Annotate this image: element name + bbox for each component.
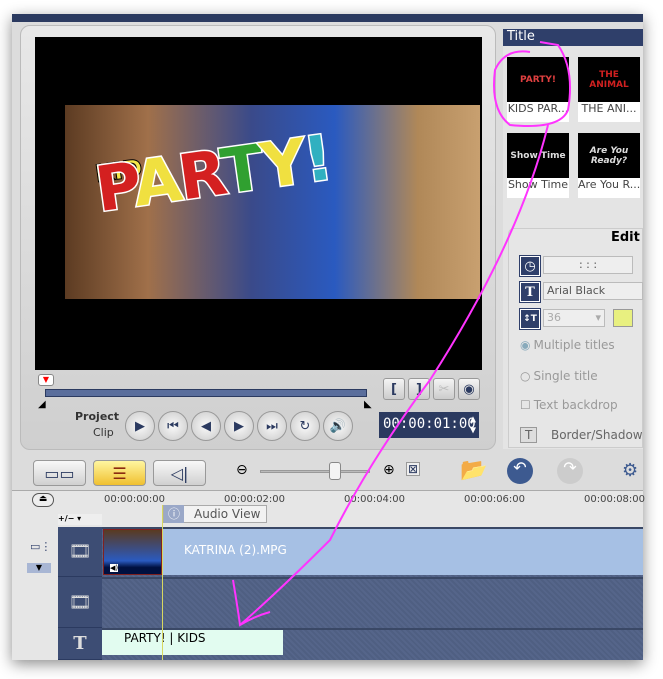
annotation-overlay	[232, 41, 571, 627]
annotation-circle	[493, 41, 571, 127]
annotation-arrow	[232, 124, 549, 627]
